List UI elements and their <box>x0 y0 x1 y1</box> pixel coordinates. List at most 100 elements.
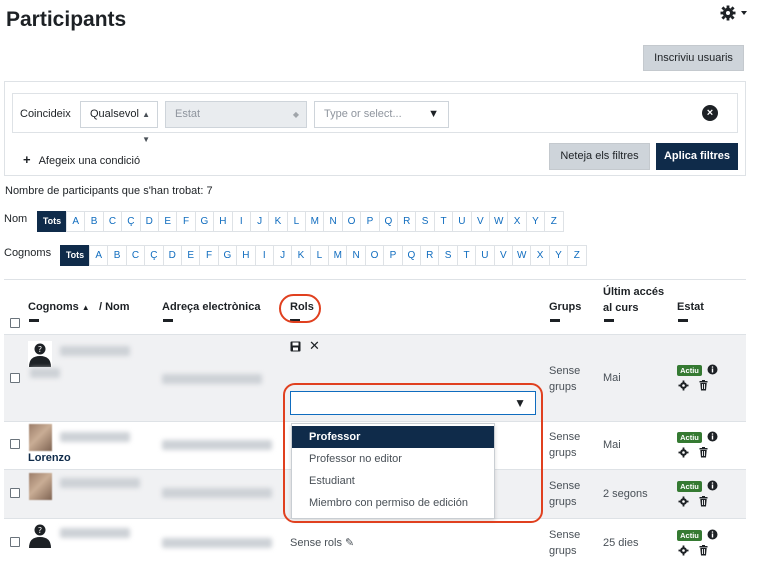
surname-initial-j[interactable]: J <box>272 245 293 266</box>
trash-icon[interactable] <box>698 545 709 556</box>
surname-initial-v[interactable]: V <box>493 245 513 266</box>
save-icon[interactable] <box>290 341 301 352</box>
surname-initial-a[interactable]: A <box>89 245 109 266</box>
surname-initial-o[interactable]: O <box>364 245 385 266</box>
collapse-icon[interactable] <box>678 319 688 322</box>
first-name-initial-z[interactable]: Z <box>544 211 564 232</box>
reset-filters-button[interactable]: Neteja els filtres <box>549 143 650 170</box>
collapse-icon[interactable] <box>290 319 300 322</box>
first-name-initial-y[interactable]: Y <box>525 211 546 232</box>
roles-header[interactable]: Rols <box>290 299 314 315</box>
collapse-icon[interactable] <box>163 319 173 322</box>
info-icon[interactable] <box>707 364 718 375</box>
info-icon[interactable] <box>707 529 718 540</box>
select-all-checkbox[interactable] <box>10 318 20 328</box>
name-sort-header[interactable]: / Nom <box>99 299 130 315</box>
surname-initial-t[interactable]: T <box>456 245 477 266</box>
settings-menu[interactable] <box>719 4 749 22</box>
first-name-initial-q[interactable]: Q <box>378 211 399 232</box>
trash-icon[interactable] <box>698 496 709 507</box>
role-option-professor[interactable]: Professor <box>292 426 494 448</box>
role-option-estudiant[interactable]: Estudiant <box>292 470 494 492</box>
gear-icon[interactable] <box>678 496 689 507</box>
row-checkbox[interactable] <box>10 439 20 449</box>
row-checkbox[interactable] <box>10 488 20 498</box>
gear-icon[interactable] <box>678 447 689 458</box>
first-name-initial-d[interactable]: D <box>139 211 159 232</box>
surname-initial-e[interactable]: E <box>180 245 201 266</box>
first-name-initial-x[interactable]: X <box>507 211 527 232</box>
surname-initial-z[interactable]: Z <box>567 245 587 266</box>
surname-initial-y[interactable]: Y <box>548 245 569 266</box>
role-option-professor-no-editor[interactable]: Professor no editor <box>292 448 494 470</box>
first-name-initial-e[interactable]: E <box>157 211 178 232</box>
collapse-icon[interactable] <box>29 319 39 322</box>
first-name-initial-r[interactable]: R <box>397 211 417 232</box>
row-checkbox[interactable] <box>10 537 20 547</box>
first-name-initial-s[interactable]: S <box>415 211 435 232</box>
role-option-membre-edicio[interactable]: Miembro con permiso de edición <box>292 492 494 514</box>
surname-initial-b[interactable]: B <box>107 245 127 266</box>
status-header[interactable]: Estat <box>677 299 704 315</box>
collapse-icon[interactable] <box>550 319 560 322</box>
surname-initial-all[interactable]: Tots <box>60 245 90 266</box>
first-name-initial-i[interactable]: I <box>231 211 251 232</box>
surname-initial-u[interactable]: U <box>475 245 495 266</box>
surname-initial-r[interactable]: R <box>420 245 440 266</box>
apply-filters-button[interactable]: Aplica filtres <box>656 143 738 170</box>
surname-initial-h[interactable]: H <box>236 245 256 266</box>
match-select[interactable]: Qualsevol ▲ ▼ <box>80 101 158 144</box>
first-name-initial-t[interactable]: T <box>433 211 454 232</box>
first-name-initial-k[interactable]: K <box>268 211 288 232</box>
cancel-icon[interactable]: ✕ <box>309 339 320 353</box>
participant-name-link[interactable]: Lorenzo <box>28 452 71 464</box>
surname-initial-p[interactable]: P <box>383 245 403 266</box>
trash-icon[interactable] <box>698 380 709 391</box>
remove-filter-icon[interactable]: × <box>702 105 718 121</box>
email-header[interactable]: Adreça electrònica <box>162 299 260 315</box>
pencil-icon[interactable]: ✎ <box>345 537 354 549</box>
gear-icon[interactable] <box>678 545 689 556</box>
first-name-initial-w[interactable]: W <box>488 211 509 232</box>
add-condition-link[interactable]: + Afegeix una condició <box>23 152 140 167</box>
surname-initial-k[interactable]: K <box>291 245 311 266</box>
collapse-icon[interactable] <box>604 319 614 322</box>
first-name-initial-g[interactable]: G <box>194 211 215 232</box>
surname-initial-x[interactable]: X <box>530 245 550 266</box>
surname-initial-w[interactable]: W <box>511 245 532 266</box>
surname-initial-f[interactable]: F <box>199 245 219 266</box>
first-name-initial-o[interactable]: O <box>341 211 362 232</box>
surname-initial-c[interactable]: C <box>125 245 146 266</box>
surname-initial-n[interactable]: N <box>346 245 366 266</box>
surname-initial-q[interactable]: Q <box>401 245 422 266</box>
first-name-initial-v[interactable]: V <box>470 211 490 232</box>
first-name-initial-m[interactable]: M <box>305 211 325 232</box>
first-name-initial-all[interactable]: Tots <box>37 211 67 232</box>
type-or-select-input[interactable]: Type or select... ▼ <box>314 101 449 128</box>
first-name-initial-j[interactable]: J <box>249 211 270 232</box>
first-name-initial-n[interactable]: N <box>323 211 343 232</box>
first-name-initial-u[interactable]: U <box>452 211 472 232</box>
surname-initial-ç[interactable]: Ç <box>144 245 164 266</box>
surname-initial-l[interactable]: L <box>309 245 330 266</box>
first-name-initial-p[interactable]: P <box>360 211 380 232</box>
first-name-initial-f[interactable]: F <box>176 211 196 232</box>
surname-sort-header[interactable]: Cognoms ▲ <box>28 299 90 316</box>
surname-initial-d[interactable]: D <box>162 245 182 266</box>
info-icon[interactable] <box>707 480 718 491</box>
gear-icon[interactable] <box>678 380 689 391</box>
enrol-users-button[interactable]: Inscriviu usuaris <box>643 45 744 71</box>
surname-initial-s[interactable]: S <box>438 245 458 266</box>
surname-initial-m[interactable]: M <box>328 245 348 266</box>
trash-icon[interactable] <box>698 447 709 458</box>
first-name-initial-a[interactable]: A <box>66 211 86 232</box>
first-name-initial-ç[interactable]: Ç <box>121 211 141 232</box>
surname-initial-g[interactable]: G <box>217 245 238 266</box>
info-icon[interactable] <box>707 431 718 442</box>
first-name-initial-h[interactable]: H <box>213 211 233 232</box>
surname-initial-i[interactable]: I <box>254 245 274 266</box>
groups-header[interactable]: Grups <box>549 299 581 315</box>
first-name-initial-l[interactable]: L <box>286 211 307 232</box>
first-name-initial-b[interactable]: B <box>84 211 104 232</box>
roles-select[interactable]: ▼ <box>290 391 536 415</box>
